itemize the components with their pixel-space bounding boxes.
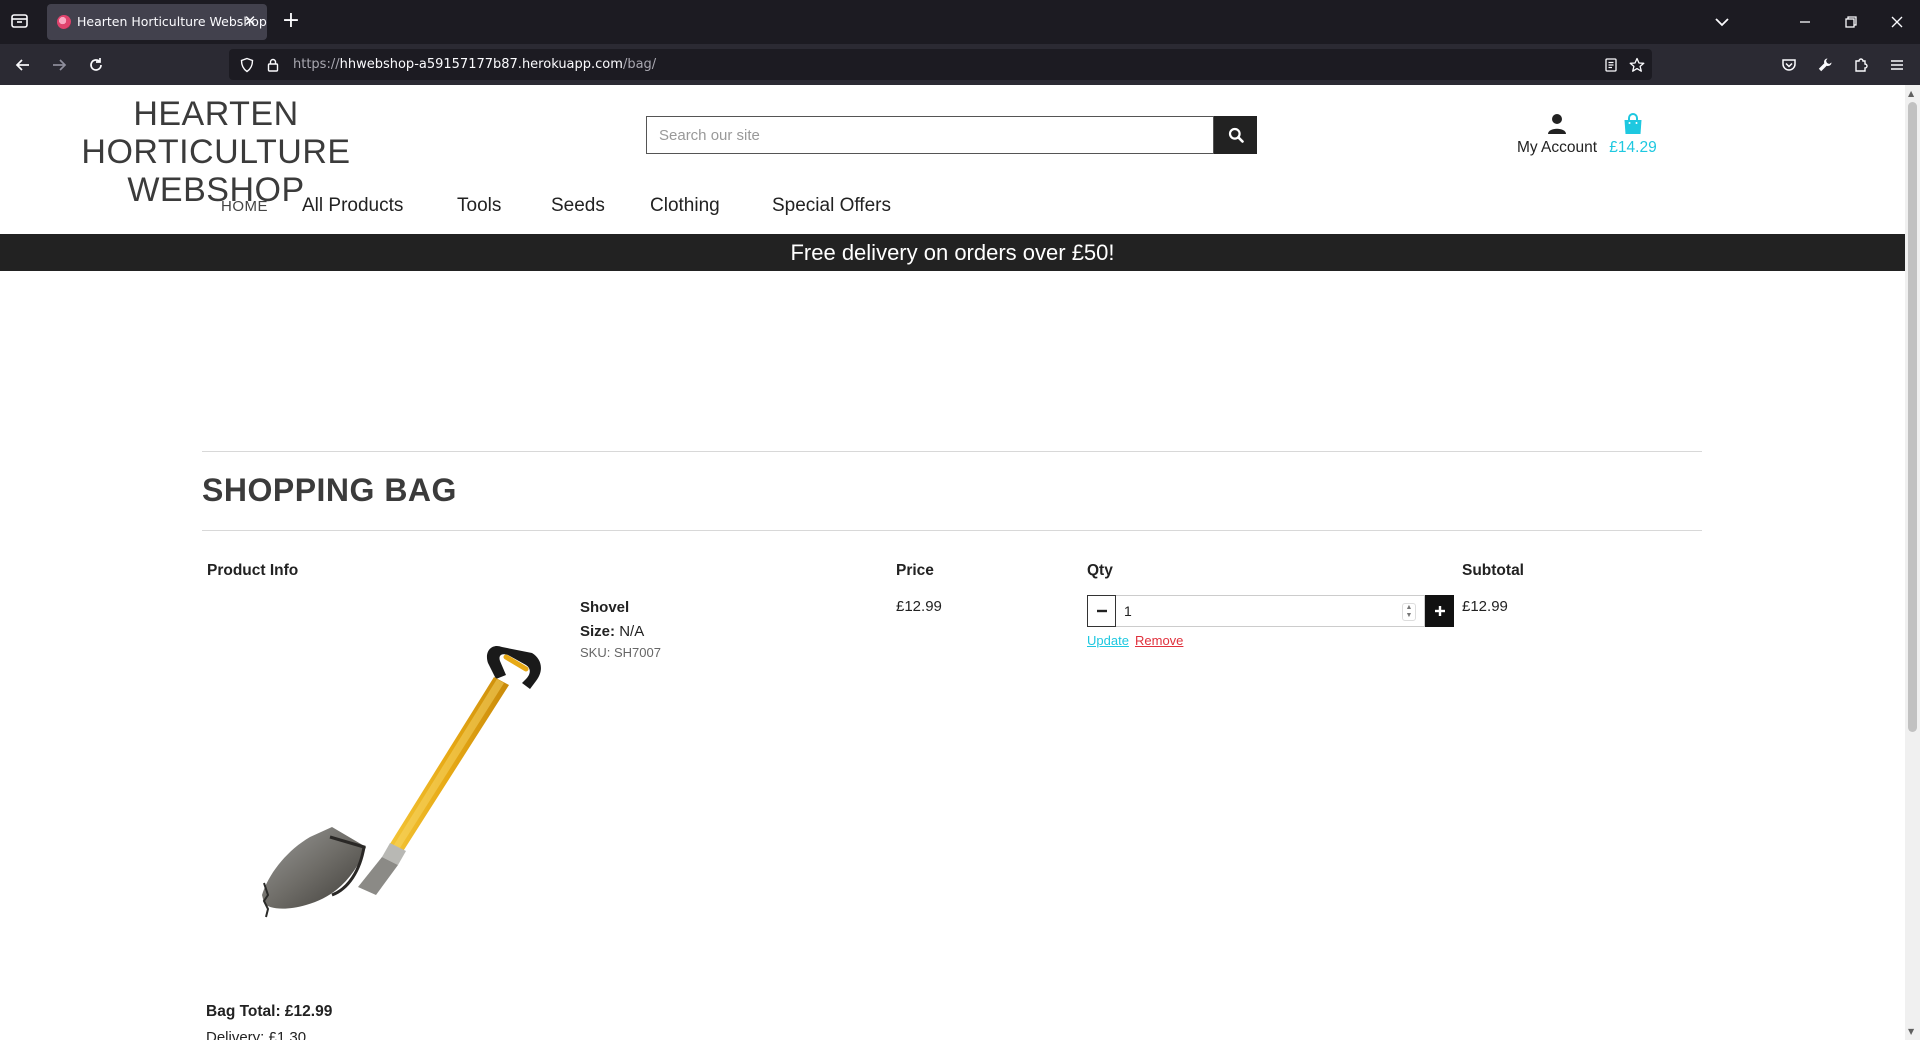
increment-qty-button[interactable] xyxy=(1425,595,1454,627)
decrement-qty-button[interactable] xyxy=(1087,595,1116,627)
tab-title: Hearten Horticulture Webshop xyxy=(77,14,267,29)
user-icon xyxy=(1512,113,1602,135)
extensions-puzzle-icon[interactable] xyxy=(1848,52,1874,78)
reader-view-icon[interactable] xyxy=(1601,55,1621,75)
search-button[interactable] xyxy=(1214,116,1257,154)
product-size-value: N/A xyxy=(619,623,645,640)
product-price: £12.99 xyxy=(896,598,942,615)
update-link[interactable]: Update xyxy=(1087,633,1129,648)
search-input[interactable] xyxy=(646,116,1214,154)
site-search-form xyxy=(646,116,1257,154)
web-page: HEARTEN HORTICULTURE WEBSHOP My Account … xyxy=(0,85,1905,1040)
minus-icon xyxy=(1096,605,1108,617)
my-account-label: My Account xyxy=(1516,139,1598,156)
bag-total: Bag Total: £12.99 xyxy=(206,1003,333,1020)
product-name: Shovel xyxy=(580,599,630,616)
column-header-qty: Qty xyxy=(1087,562,1113,579)
product-size-label: Size: xyxy=(580,623,616,640)
product-sku: SKU: SH7007 xyxy=(580,645,661,660)
divider-top xyxy=(202,451,1702,452)
scroll-up-arrow-icon[interactable]: ▲ xyxy=(1908,89,1914,98)
column-header-subtotal: Subtotal xyxy=(1462,562,1524,579)
page-scrollbar[interactable]: ▲ ▼ xyxy=(1905,85,1920,1040)
wrench-tools-icon[interactable] xyxy=(1812,52,1838,78)
product-subtotal: £12.99 xyxy=(1462,598,1508,615)
nav-tools[interactable]: Tools xyxy=(457,195,501,217)
tracking-shield-icon[interactable] xyxy=(237,55,257,75)
quantity-input[interactable]: 1 ▲ ▼ xyxy=(1116,595,1425,627)
url-text[interactable]: https://hhwebshop-a59157177b87.herokuapp… xyxy=(293,57,656,72)
main-navigation: HOME All Products Tools Seeds Clothing S… xyxy=(0,195,1905,225)
divider-bottom xyxy=(202,530,1702,531)
browser-tab-active[interactable]: Hearten Horticulture Webshop ✕ xyxy=(47,4,267,40)
reload-icon[interactable] xyxy=(83,52,109,78)
bag-total-label: £14.29 xyxy=(1609,139,1657,156)
app-menu-hamburger-icon[interactable] xyxy=(1884,52,1910,78)
minimize-window-icon[interactable] xyxy=(1793,10,1817,34)
browser-navigation-bar: https://hhwebshop-a59157177b87.herokuapp… xyxy=(0,44,1920,85)
quantity-spinner[interactable]: ▲ ▼ xyxy=(1402,603,1416,621)
tab-list-icon[interactable] xyxy=(10,12,32,32)
nav-home[interactable]: HOME xyxy=(221,198,268,215)
quantity-value: 1 xyxy=(1124,603,1132,619)
free-delivery-banner: Free delivery on orders over £50! xyxy=(0,234,1905,271)
column-header-price: Price xyxy=(896,562,934,579)
pocket-icon[interactable] xyxy=(1776,52,1802,78)
url-host: hhwebshop-a59157177b87.herokuapp.com xyxy=(339,57,623,72)
url-path: /bag/ xyxy=(622,57,657,72)
nav-clothing[interactable]: Clothing xyxy=(650,195,720,217)
url-scheme: https:// xyxy=(293,57,340,72)
close-window-icon[interactable] xyxy=(1885,10,1909,34)
back-arrow-icon[interactable] xyxy=(10,52,36,78)
shopping-bag-icon xyxy=(1605,113,1661,135)
column-header-product-info: Product Info xyxy=(207,562,299,579)
new-tab-button[interactable]: + xyxy=(279,10,303,34)
search-icon xyxy=(1228,127,1244,143)
nav-special-offers[interactable]: Special Offers xyxy=(772,195,891,217)
site-favicon-icon xyxy=(57,15,71,29)
nav-all-products[interactable]: All Products xyxy=(302,195,403,217)
delivery-cost: Delivery: £1.30 xyxy=(206,1029,307,1040)
bookmark-star-icon[interactable] xyxy=(1627,55,1647,75)
remove-link[interactable]: Remove xyxy=(1135,633,1183,648)
close-tab-icon[interactable]: ✕ xyxy=(241,12,259,30)
forward-arrow-icon[interactable] xyxy=(46,52,72,78)
shopping-bag-link[interactable]: £14.29 xyxy=(1605,113,1661,157)
my-account-link[interactable]: My Account xyxy=(1512,113,1602,157)
site-logo[interactable]: HEARTEN HORTICULTURE WEBSHOP xyxy=(8,95,424,209)
scrollbar-thumb[interactable] xyxy=(1908,102,1917,732)
scroll-down-arrow-icon[interactable]: ▼ xyxy=(1908,1027,1914,1036)
address-bar[interactable]: https://hhwebshop-a59157177b87.herokuapp… xyxy=(229,49,1652,80)
logo-line-1: HEARTEN HORTICULTURE xyxy=(81,95,351,171)
lock-icon[interactable] xyxy=(263,55,283,75)
quantity-stepper: 1 ▲ ▼ xyxy=(1087,595,1454,627)
plus-icon xyxy=(1434,605,1446,617)
list-all-tabs-icon[interactable] xyxy=(1710,10,1734,34)
nav-seeds[interactable]: Seeds xyxy=(551,195,605,217)
page-title: SHOPPING BAG xyxy=(202,472,457,508)
restore-window-icon[interactable] xyxy=(1839,10,1863,34)
product-image-shovel xyxy=(226,625,561,925)
browser-tab-bar: Hearten Horticulture Webshop ✕ + xyxy=(0,0,1920,44)
product-size: Size: N/A xyxy=(580,623,644,640)
